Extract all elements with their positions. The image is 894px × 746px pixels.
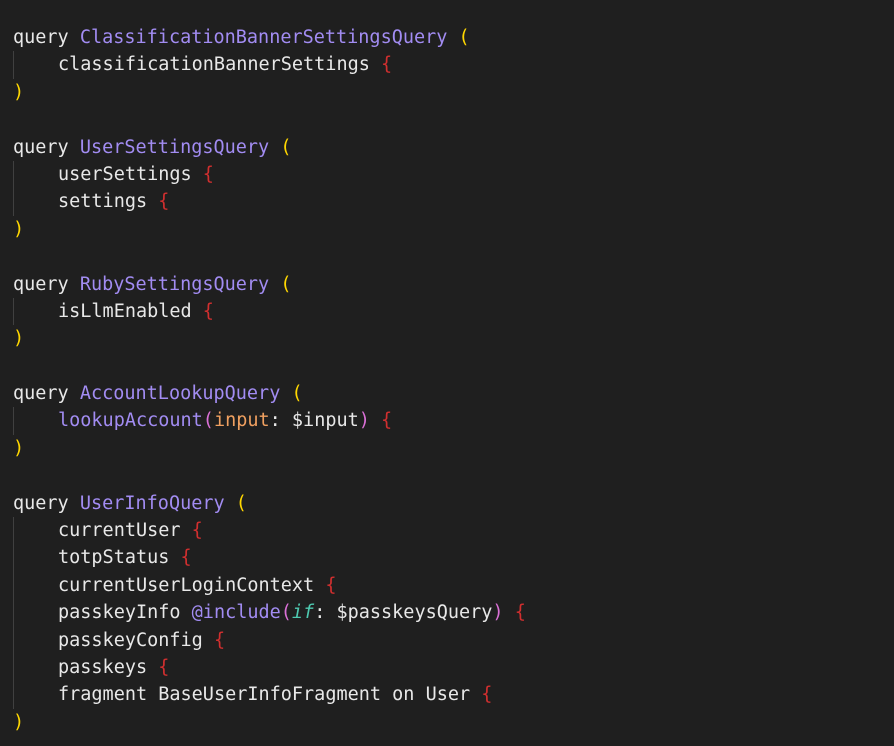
code-line: ) bbox=[0, 79, 894, 106]
code-editor[interactable]: query ClassificationBannerSettingsQuery … bbox=[0, 0, 894, 746]
query-keyword: query bbox=[13, 492, 69, 514]
open-brace: { bbox=[325, 574, 337, 596]
close-paren: ) bbox=[13, 437, 25, 459]
code-line: query AccountLookupQuery ( bbox=[0, 380, 894, 407]
open-paren: ( bbox=[280, 136, 292, 158]
code-line: ) bbox=[0, 435, 894, 462]
open-brace: { bbox=[213, 629, 226, 651]
code-line: userSettings { bbox=[0, 160, 894, 189]
close-paren: ) bbox=[13, 328, 25, 350]
open-paren: ( bbox=[235, 492, 247, 514]
open-brace: { bbox=[381, 410, 393, 432]
code-line: currentUserLoginContext { bbox=[0, 571, 894, 600]
arg-close-paren: ) bbox=[358, 410, 370, 432]
arg-close-paren: ) bbox=[492, 602, 504, 624]
code-line: settings { bbox=[0, 188, 894, 216]
indent-guide bbox=[13, 571, 14, 600]
code-line: passkeyConfig { bbox=[0, 626, 894, 654]
indent-guide bbox=[13, 407, 14, 435]
close-paren: ) bbox=[13, 81, 25, 103]
field-name: settings bbox=[58, 191, 148, 213]
indent-guide bbox=[13, 51, 14, 79]
open-brace: { bbox=[481, 684, 493, 706]
query-name: UserInfoQuery bbox=[79, 492, 225, 514]
code-line: currentUser { bbox=[0, 517, 894, 545]
code-line: isLlmEnabled { bbox=[0, 297, 894, 326]
indent-guide bbox=[13, 297, 14, 326]
fragment-type: User bbox=[425, 684, 471, 706]
field-name: passkeyInfo bbox=[58, 602, 181, 624]
on-keyword: on bbox=[392, 684, 415, 706]
open-brace: { bbox=[202, 163, 214, 185]
indent-guide bbox=[13, 188, 14, 216]
code-line: fragment BaseUserInfoFragment on User { bbox=[0, 681, 894, 709]
query-keyword: query bbox=[13, 273, 69, 295]
arg-value: $input bbox=[291, 410, 359, 432]
field-name: userSettings bbox=[58, 163, 192, 185]
arg-colon: : bbox=[269, 410, 292, 432]
query-name: UserSettingsQuery bbox=[79, 136, 270, 158]
indent-guide bbox=[13, 681, 14, 709]
indent-guide bbox=[13, 599, 14, 627]
indent-guide bbox=[13, 160, 14, 189]
field-name: passkeys bbox=[58, 656, 148, 678]
close-paren: ) bbox=[13, 218, 25, 240]
code-line: classificationBannerSettings { bbox=[0, 51, 894, 79]
indent-guide bbox=[13, 653, 14, 682]
field-name: currentUserLoginContext bbox=[58, 574, 315, 596]
open-brace: { bbox=[158, 191, 170, 213]
code-line: passkeys { bbox=[0, 653, 894, 682]
code-line: lookupAccount(input: $input) { bbox=[0, 407, 894, 435]
arg-value: $passkeysQuery bbox=[336, 602, 493, 624]
fragment-name: BaseUserInfoFragment bbox=[158, 684, 382, 706]
open-brace: { bbox=[158, 656, 170, 678]
query-keyword: query bbox=[13, 27, 69, 48]
arg-open-paren: ( bbox=[202, 410, 214, 432]
open-paren: ( bbox=[280, 273, 292, 295]
close-paren: ) bbox=[13, 711, 25, 733]
open-brace: { bbox=[381, 54, 393, 76]
open-brace: { bbox=[180, 547, 192, 569]
query-keyword: query bbox=[13, 136, 69, 158]
open-brace: { bbox=[202, 300, 214, 322]
arg-name: if bbox=[291, 602, 315, 624]
code-line: ) bbox=[0, 216, 894, 243]
code-line: query UserSettingsQuery ( bbox=[0, 134, 894, 161]
arg-open-paren: ( bbox=[280, 602, 292, 624]
query-name: RubySettingsQuery bbox=[79, 273, 270, 295]
field-name: classificationBannerSettings bbox=[58, 54, 370, 76]
fragment-keyword: fragment bbox=[58, 684, 148, 706]
code-line: totpStatus { bbox=[0, 544, 894, 572]
code-line: ) bbox=[0, 709, 894, 736]
indent-guide bbox=[13, 626, 14, 654]
query-name: ClassificationBannerSettingsQuery bbox=[79, 27, 448, 48]
code-line: query RubySettingsQuery ( bbox=[0, 271, 894, 298]
code-line: ) bbox=[0, 325, 894, 352]
arg-colon: : bbox=[314, 602, 337, 624]
field-name: currentUser bbox=[58, 520, 181, 542]
code-line: query UserInfoQuery ( bbox=[0, 490, 894, 517]
code-line: passkeyInfo @include(if: $passkeysQuery)… bbox=[0, 599, 894, 627]
indent-guide bbox=[13, 544, 14, 572]
field-name: isLlmEnabled bbox=[58, 300, 192, 322]
field-name: passkeyConfig bbox=[58, 629, 203, 651]
query-name: AccountLookupQuery bbox=[79, 383, 281, 405]
field-name: totpStatus bbox=[58, 547, 170, 569]
arg-name: input bbox=[213, 410, 270, 432]
directive: @include bbox=[191, 602, 281, 624]
open-paren: ( bbox=[291, 383, 303, 405]
open-paren: ( bbox=[458, 27, 470, 48]
query-keyword: query bbox=[13, 383, 69, 405]
indent-guide bbox=[13, 517, 14, 545]
code-line: query ClassificationBannerSettingsQuery … bbox=[0, 24, 894, 51]
open-brace: { bbox=[191, 520, 203, 542]
open-brace: { bbox=[514, 602, 526, 624]
field-name: lookupAccount bbox=[58, 410, 203, 432]
